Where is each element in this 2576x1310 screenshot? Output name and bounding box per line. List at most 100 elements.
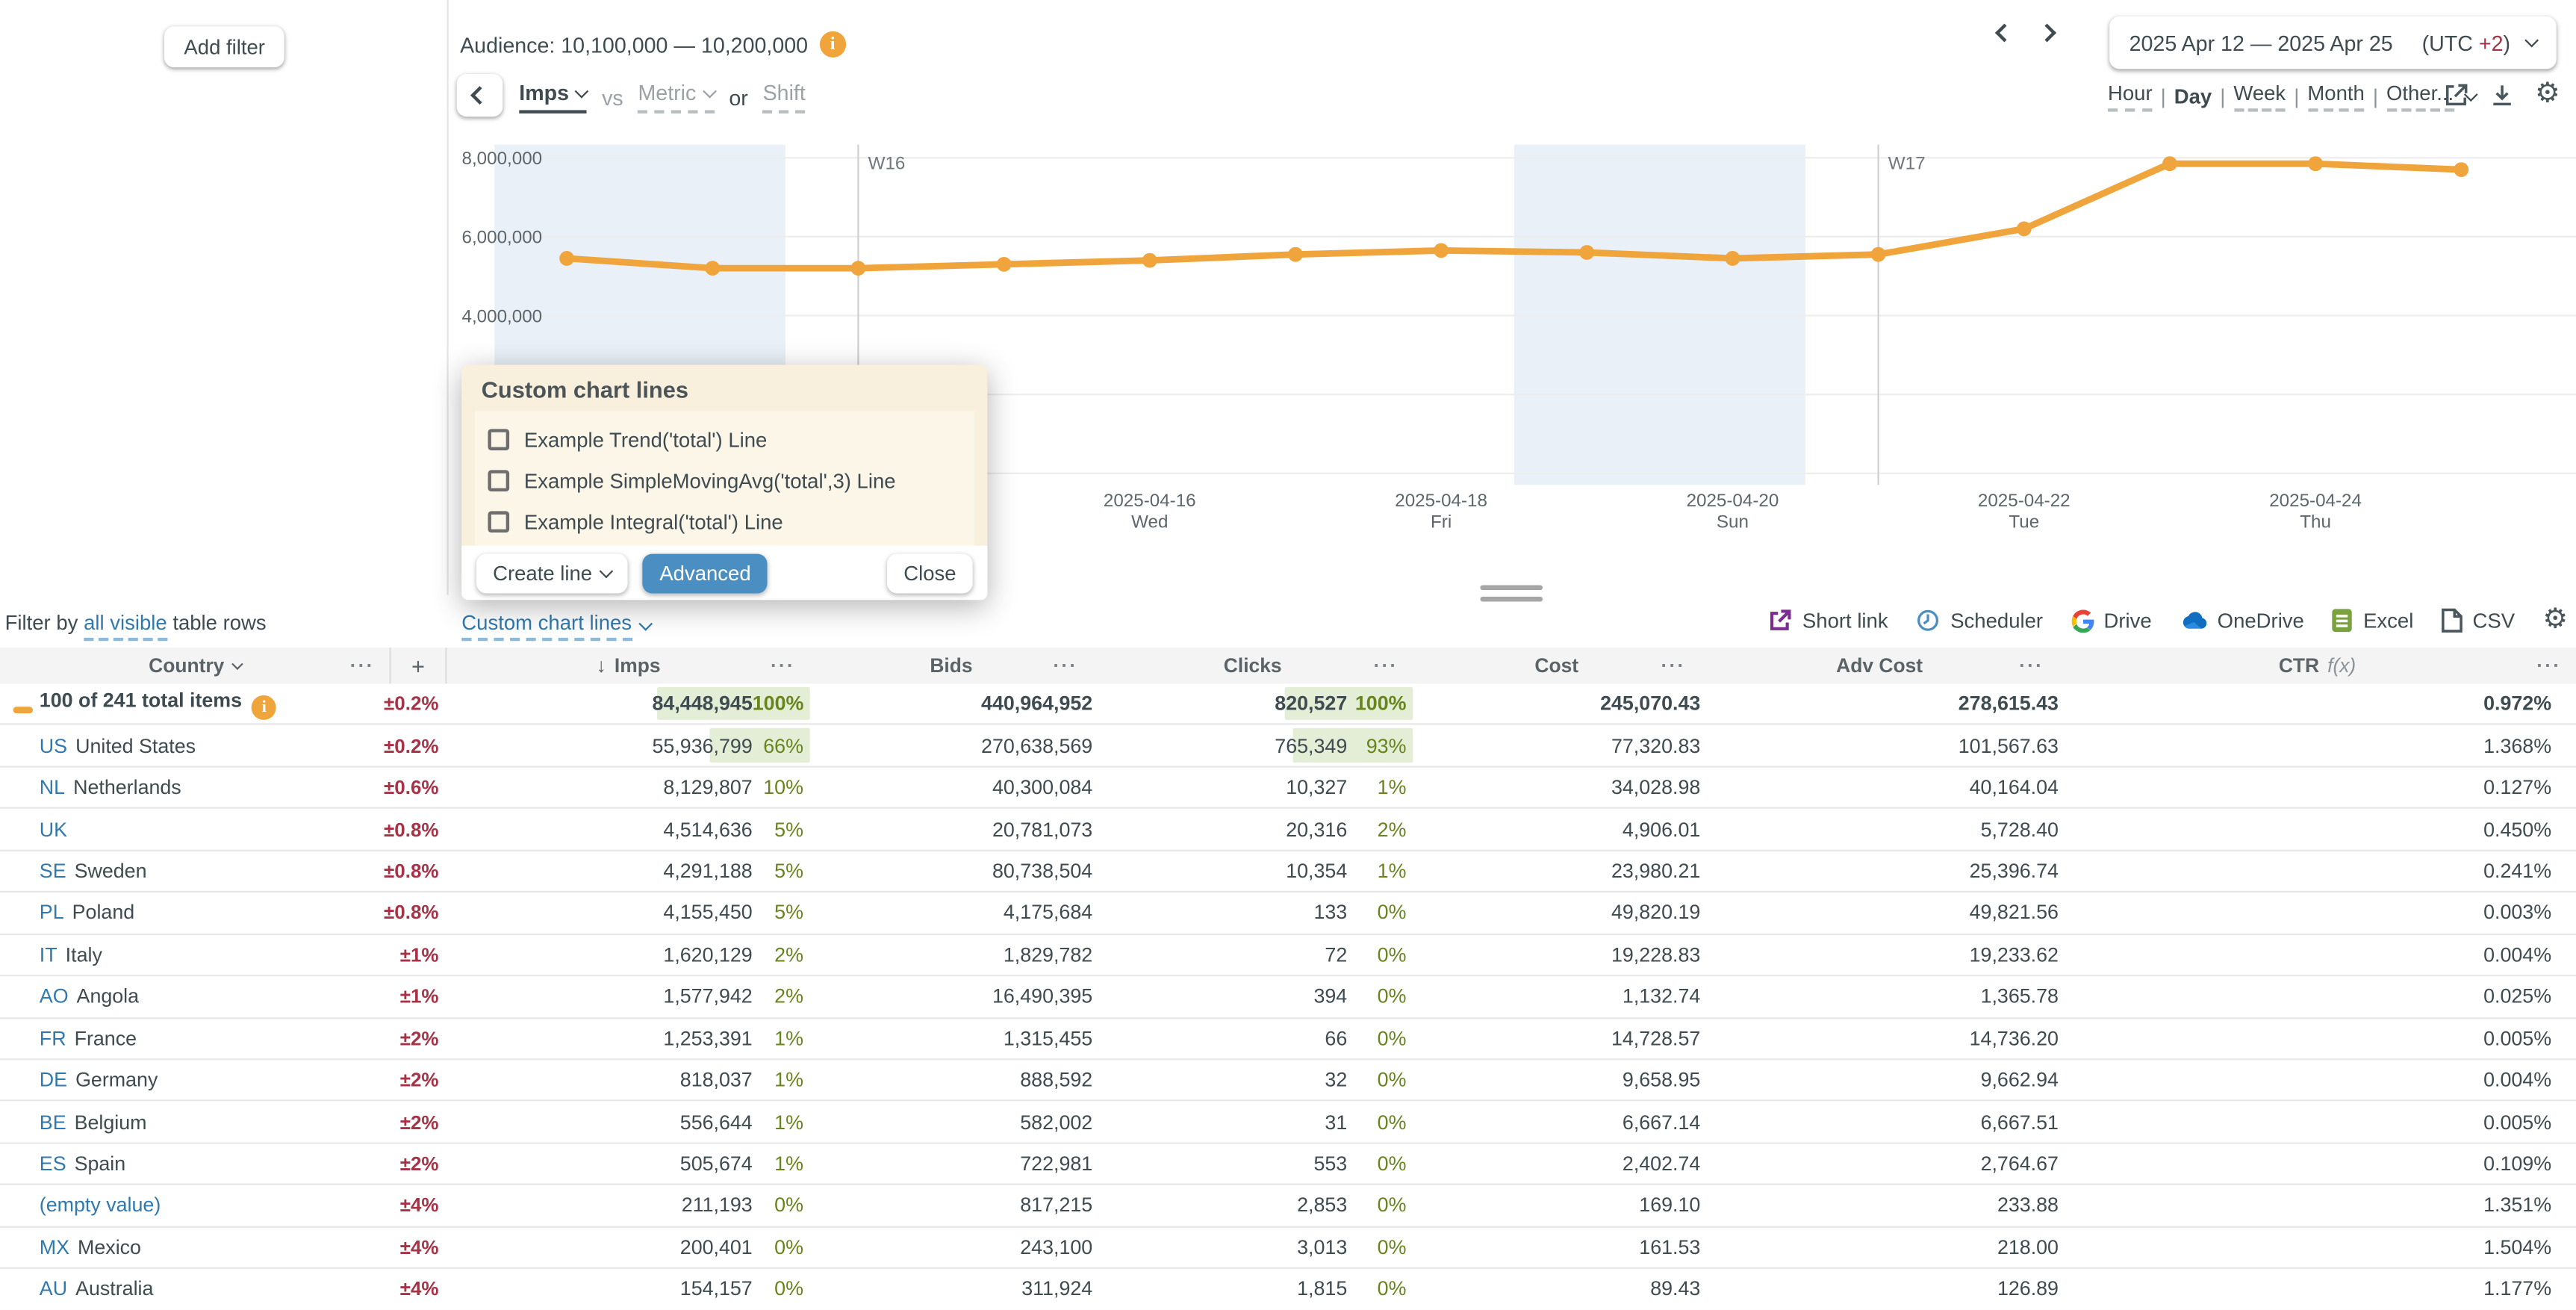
table-row[interactable]: UK±0.8%4,514,6365%20,781,07320,3162%4,90… [0,809,2576,851]
add-filter-button[interactable]: Add filter [164,26,284,67]
column-menu-icon[interactable]: ··· [2019,654,2044,677]
short-link-button[interactable]: Short link [1768,608,1888,633]
info-icon[interactable]: i [252,695,276,719]
column-menu-icon[interactable]: ··· [1661,654,1686,677]
country-code[interactable]: BE [40,1111,66,1134]
country-code[interactable]: MX [40,1236,69,1259]
granularity-week[interactable]: Week [2233,82,2286,112]
onedrive-button[interactable]: OneDrive [2180,609,2304,632]
column-header-ctr[interactable]: CTRf(x) ··· [2059,648,2576,683]
column-header-bids[interactable]: Bids ··· [810,648,1092,683]
advanced-button[interactable]: Advanced [643,553,767,593]
info-icon[interactable]: i [820,31,846,58]
table-row[interactable]: PLPoland±0.8%4,155,4505%4,175,6841330%49… [0,893,2576,934]
add-column-button[interactable]: + [389,648,447,683]
country-code[interactable]: AU [40,1278,67,1301]
data-point [1142,253,1157,268]
country-name: Germany [75,1069,158,1092]
bids-value: 1,315,455 [810,1027,1092,1050]
column-header-cost[interactable]: Cost ··· [1413,648,1700,683]
cost-value: 1,132.74 [1413,985,1700,1008]
table-row[interactable]: SESweden±0.8%4,291,1885%80,738,50410,354… [0,851,2576,893]
scheduler-button[interactable]: Scheduler [1916,608,2043,633]
bids-value: 582,002 [810,1111,1092,1134]
ctr-value: 0.004% [2059,943,2576,966]
table-row[interactable]: ESSpain±2%505,6741%722,9815530%2,402.742… [0,1143,2576,1185]
column-menu-icon[interactable]: ··· [350,654,375,677]
bids-value: 243,100 [810,1236,1092,1259]
table-row[interactable]: (empty value)±4%211,1930%817,2152,8530%1… [0,1185,2576,1227]
chart-line-option[interactable]: Example Trend('total') Line [488,419,961,460]
column-header-adv-cost[interactable]: Adv Cost ··· [1700,648,2059,683]
clicks-percent: 0% [1347,1069,1413,1092]
chart-line-option[interactable]: Example Integral('total') Line [488,501,961,542]
country-code[interactable]: IT [40,943,57,966]
column-menu-icon[interactable]: ··· [1053,654,1077,677]
drive-button[interactable]: Drive [2071,609,2151,632]
granularity-hour[interactable]: Hour [2108,82,2153,112]
next-period-icon[interactable] [2038,24,2056,43]
checkbox-icon[interactable] [488,511,509,533]
svg-text:2025-04-20: 2025-04-20 [1687,491,1779,511]
data-point [2017,221,2032,236]
table-row[interactable]: USUnited States±0.2%55,936,79966%270,638… [0,725,2576,767]
primary-metric-dropdown[interactable]: Imps [519,81,587,114]
compare-metric-dropdown[interactable]: Metric [638,81,714,114]
adv-cost-value: 101,567.63 [1700,734,2059,757]
country-code[interactable]: DE [40,1069,67,1092]
table-row[interactable]: MXMexico±4%200,4010%243,1003,0130%161.53… [0,1227,2576,1269]
imps-value: 200,401 [447,1236,752,1259]
create-line-button[interactable]: Create line [476,553,628,593]
checkbox-icon[interactable] [488,429,509,450]
table-row[interactable]: FRFrance±2%1,253,3911%1,315,455660%14,72… [0,1018,2576,1060]
country-code[interactable]: UK [40,818,67,841]
country-code[interactable]: US [40,734,67,757]
country-code[interactable]: FR [40,1027,66,1050]
custom-chart-lines-link[interactable]: Custom chart lines [461,612,650,642]
table-row[interactable]: ITItaly±1%1,620,1292%1,829,782720%19,228… [0,934,2576,976]
clicks-value: 20,316 [1092,818,1347,841]
table-total-row[interactable]: 100 of 241 total itemsi±0.2%84,448,94510… [0,683,2576,725]
granularity-month[interactable]: Month [2307,82,2364,112]
country-name: Angola [77,985,140,1008]
all-visible-link[interactable]: all visible [84,612,167,642]
download-icon[interactable] [2489,81,2515,108]
imps-value: 4,291,188 [447,860,752,883]
column-menu-icon[interactable]: ··· [1373,654,1398,677]
table-row[interactable]: AUAustralia±4%154,1570%311,9241,8150%89.… [0,1269,2576,1310]
country-code[interactable]: ES [40,1152,66,1176]
open-in-new-icon[interactable] [2443,81,2469,108]
chevron-down-icon [703,84,717,98]
country-code[interactable]: SE [40,860,66,883]
country-cell: PLPoland [0,901,389,925]
clicks-percent: 1% [1347,776,1413,799]
country-code[interactable]: AO [40,985,69,1008]
clicks-value: 133 [1092,901,1347,925]
formula-icon: f(x) [2327,654,2356,677]
table-row[interactable]: AOAngola±1%1,577,9422%16,490,3953940%1,1… [0,976,2576,1018]
shift-option[interactable]: Shift [763,81,806,114]
column-menu-icon[interactable]: ··· [771,654,795,677]
table-row[interactable]: BEBelgium±2%556,6441%582,002310%6,667.14… [0,1102,2576,1143]
svg-text:2025-04-22: 2025-04-22 [1978,491,2071,511]
chart-resize-handle[interactable] [1480,579,1543,609]
chart-line-option[interactable]: Example SimpleMovingAvg('total',3) Line [488,460,961,501]
granularity-day[interactable]: Day [2174,85,2212,108]
column-header-country[interactable]: Country ··· [0,648,389,683]
table-row[interactable]: NLNetherlands±0.6%8,129,80710%40,300,084… [0,767,2576,809]
close-button[interactable]: Close [887,553,972,593]
gear-icon[interactable]: ⚙ [2535,81,2560,108]
table-settings-gear-icon[interactable]: ⚙ [2543,606,2569,634]
country-code[interactable]: PL [40,901,64,925]
prev-period-icon[interactable] [1995,24,2014,43]
csv-button[interactable]: CSV [2442,608,2515,633]
excel-button[interactable]: Excel [2332,608,2413,633]
chart-back-button[interactable] [457,74,503,117]
table-row[interactable]: DEGermany±2%818,0371%888,592320%9,658.95… [0,1060,2576,1102]
checkbox-icon[interactable] [488,470,509,491]
column-menu-icon[interactable]: ··· [2536,654,2561,677]
column-header-imps[interactable]: ↓Imps ··· [447,648,809,683]
date-range-picker[interactable]: 2025 Apr 12 — 2025 Apr 25 (UTC +2) [2109,16,2556,69]
column-header-clicks[interactable]: Clicks ··· [1092,648,1413,683]
country-code[interactable]: NL [40,776,65,799]
